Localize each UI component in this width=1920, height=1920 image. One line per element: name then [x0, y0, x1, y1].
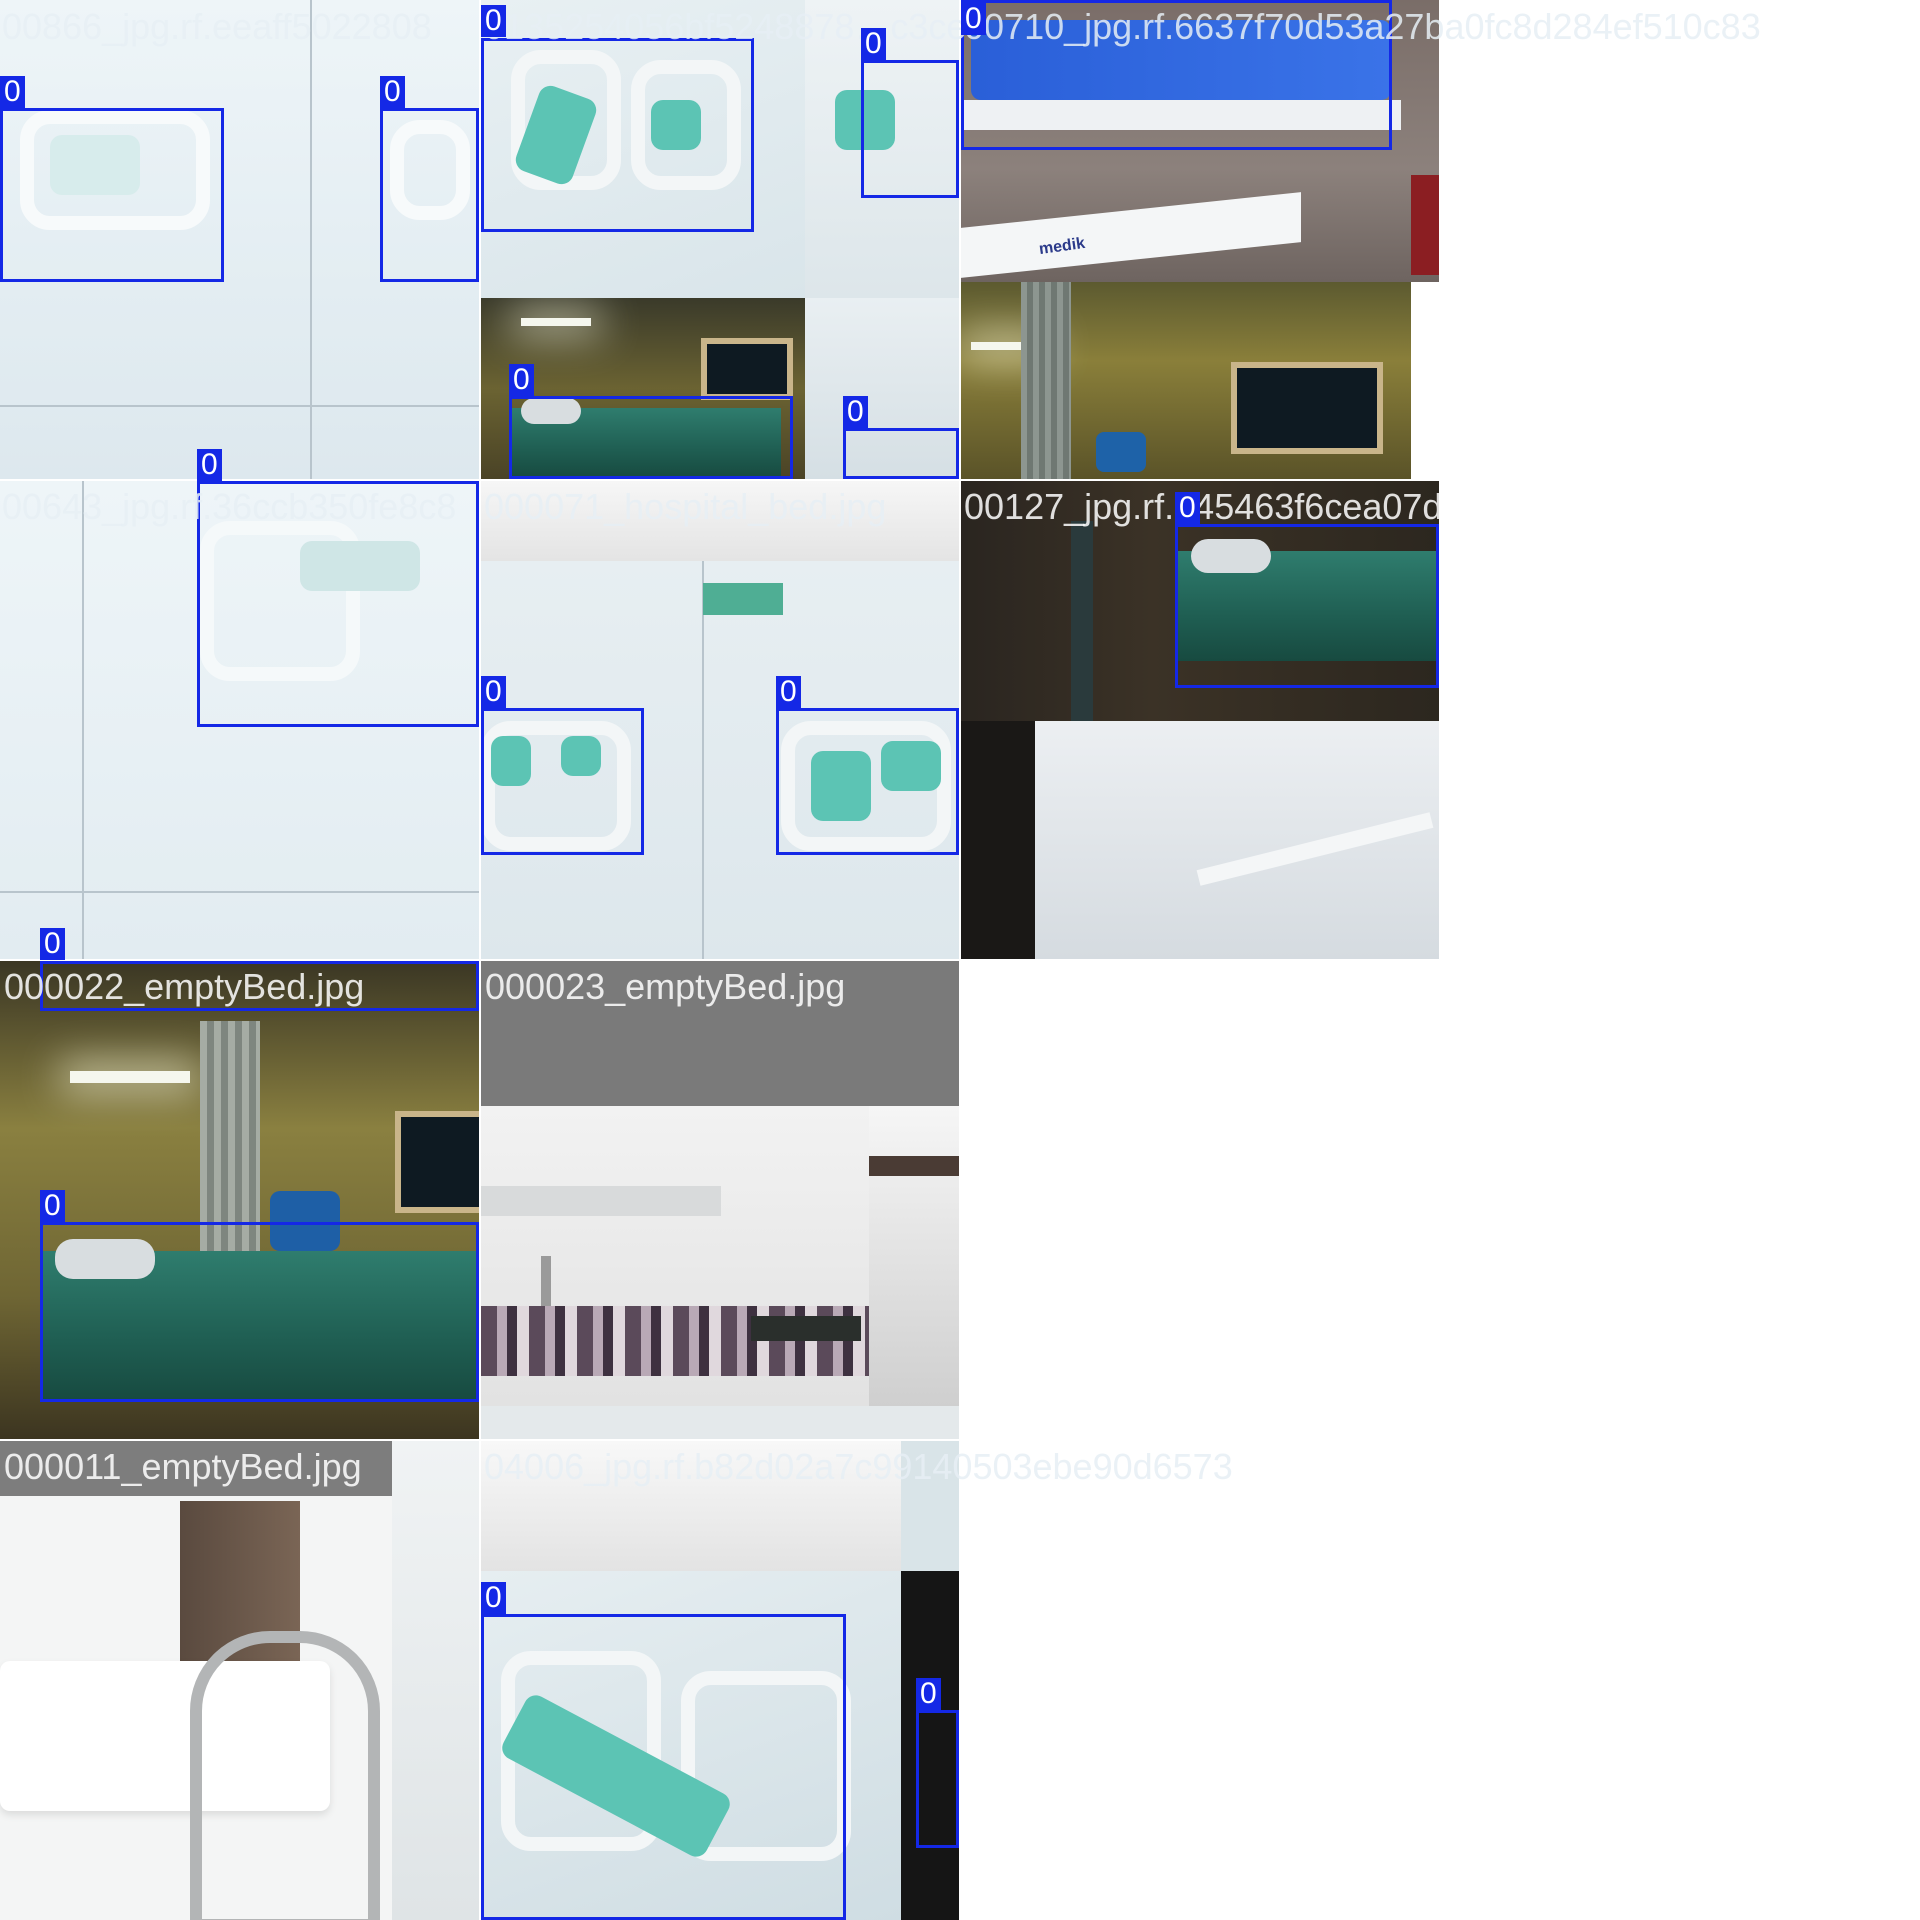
class-label: 0	[40, 1190, 65, 1222]
mosaic-tile-r3c3	[961, 961, 1439, 1439]
folded-linen	[481, 481, 959, 561]
dark-stripe	[869, 1156, 959, 1176]
red-strip	[1411, 175, 1439, 275]
class-label: 0	[0, 76, 25, 108]
detection-box	[0, 108, 224, 282]
wall-panel	[481, 1186, 721, 1216]
detection-box	[1175, 524, 1439, 688]
class-label: 0	[961, 3, 986, 35]
class-label: 0	[40, 928, 65, 960]
class-label: 0	[481, 676, 506, 708]
right-panel	[392, 1441, 479, 1920]
floor-stand	[1071, 521, 1093, 721]
detection-box	[40, 961, 479, 1011]
mosaic-tile-r4c1	[0, 1441, 479, 1920]
detection-box	[861, 60, 959, 198]
ceiling-seam	[702, 561, 704, 959]
grey-header-band	[481, 961, 959, 1106]
class-label: 0	[843, 396, 868, 428]
grey-label-band	[0, 1441, 392, 1496]
mosaic-tile-r4c3	[961, 1441, 1439, 1920]
detection-box	[481, 1614, 846, 1920]
dark-mat	[751, 1316, 861, 1341]
class-label: 0	[1175, 492, 1200, 524]
detection-box	[481, 38, 754, 232]
bed-arm	[1196, 812, 1434, 886]
detection-box	[197, 481, 479, 727]
detection-box	[961, 0, 1392, 150]
photo-dark-room	[961, 282, 1411, 479]
folded-linen	[481, 1441, 901, 1571]
detection-box	[40, 1222, 479, 1402]
detection-box	[481, 708, 644, 855]
class-label: 0	[916, 1678, 941, 1710]
mosaic-tile-r3c2	[481, 961, 959, 1439]
room-window	[701, 338, 793, 400]
photo-ceiling	[1035, 721, 1439, 959]
ceiling-seam	[310, 0, 312, 479]
class-label: 0	[481, 5, 506, 37]
class-label: 0	[380, 76, 405, 108]
detection-box	[380, 108, 479, 282]
class-label: 0	[481, 1582, 506, 1614]
room-window	[395, 1111, 479, 1213]
ceiling-seam	[0, 405, 479, 407]
bed-footboard	[190, 1631, 380, 1920]
detection-box	[509, 396, 793, 479]
floor-strip	[481, 1406, 959, 1439]
ceiling-lamp	[521, 318, 591, 326]
photo-hospital-room	[481, 1106, 869, 1406]
wall-sign	[703, 583, 783, 615]
ceiling-seam	[82, 481, 84, 959]
photo-side-bed	[869, 1106, 959, 1406]
detection-box	[916, 1710, 959, 1848]
class-label: 0	[509, 364, 534, 396]
detection-box	[843, 428, 959, 479]
ceiling-lamp	[70, 1071, 190, 1083]
class-label: 0	[861, 28, 886, 60]
curtain	[1021, 282, 1071, 479]
class-label: 0	[776, 676, 801, 708]
bed-base	[961, 192, 1301, 278]
blue-chair	[1096, 432, 1146, 472]
detection-box	[776, 708, 959, 855]
class-label: 0	[197, 449, 222, 481]
ceiling-seam	[0, 891, 479, 893]
room-window	[1231, 362, 1383, 454]
